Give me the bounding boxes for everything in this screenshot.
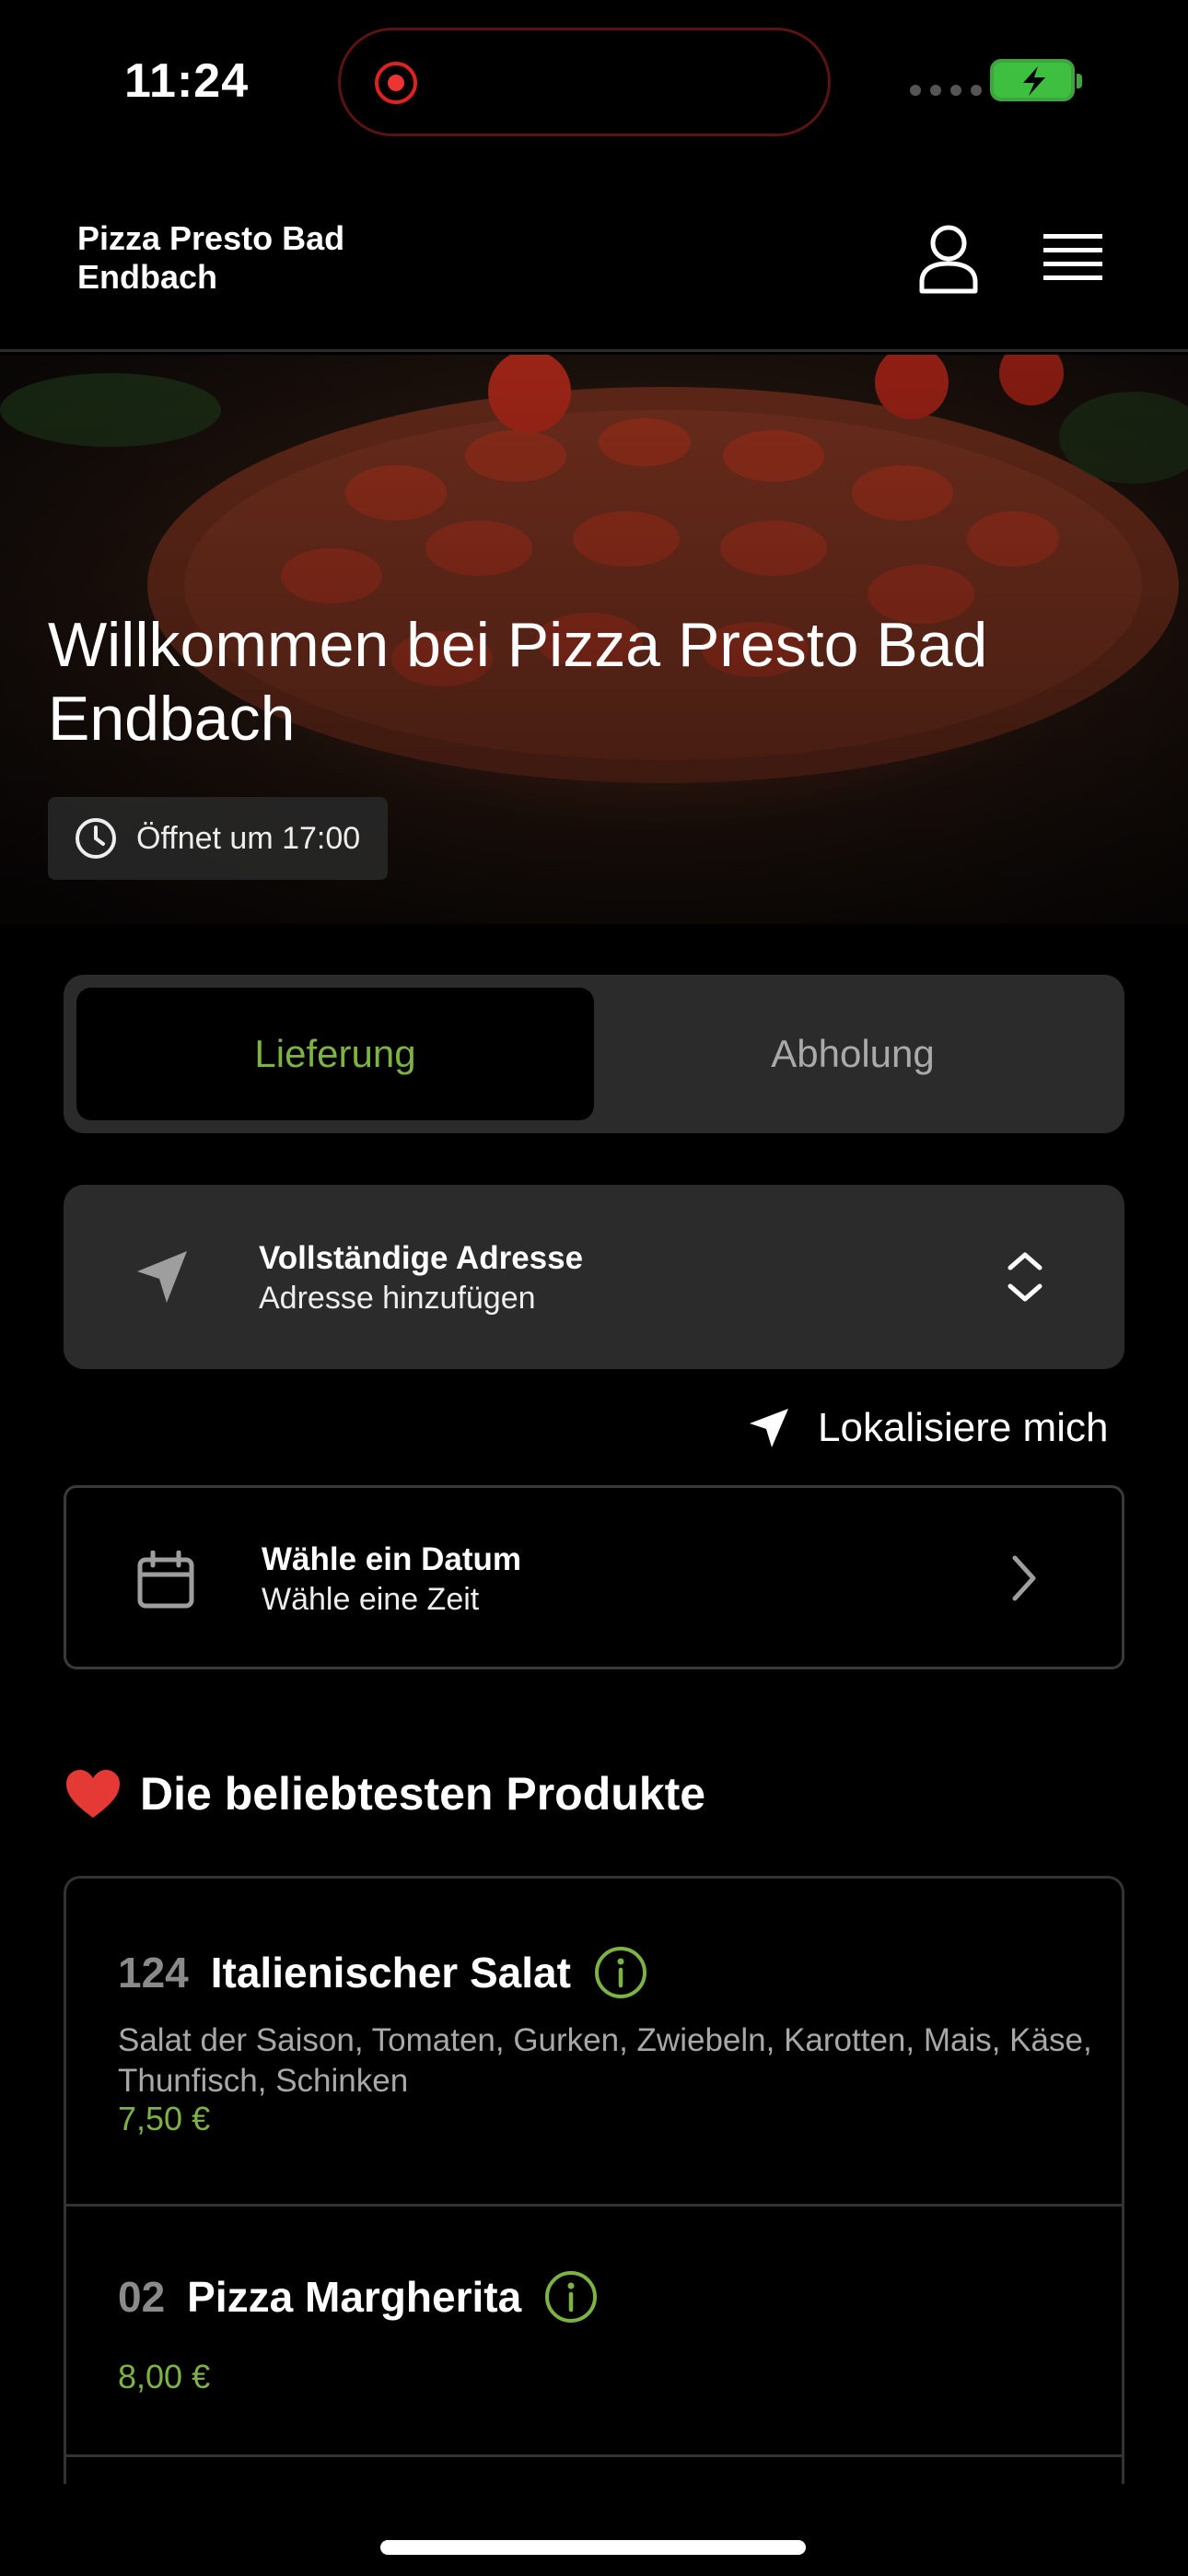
clock-icon <box>76 818 116 859</box>
product-number: 124 <box>118 1949 189 1996</box>
product-description: Salat der Saison, Tomaten, Gurken, Zwieb… <box>118 2022 1092 2099</box>
locate-me-button[interactable]: Lokalisiere mich <box>748 1400 1108 1456</box>
recording-indicator-icon <box>375 62 417 104</box>
menu-icon[interactable] <box>1043 230 1102 286</box>
address-selector[interactable]: Vollständige Adresse Adresse hinzufügen <box>64 1185 1124 1369</box>
product-price: 8,00 € <box>118 2358 211 2395</box>
tab-pickup[interactable]: Abholung <box>594 988 1112 1120</box>
product-item[interactable]: 124 Italienischer Salat Salat der Saison… <box>66 1879 1122 2207</box>
product-header: 124 Italienischer Salat <box>118 1945 648 2000</box>
battery-icon <box>990 59 1082 101</box>
welcome-title: Willkommen bei Pizza Presto Bad Endbach <box>48 610 988 754</box>
product-name: Pizza Margherita <box>187 2273 522 2321</box>
address-title: Vollständige Adresse <box>259 1240 584 1276</box>
order-mode-toggle: Lieferung Abholung <box>64 975 1124 1133</box>
app-header: Pizza Presto Bad Endbach <box>0 166 1188 352</box>
product-number: 02 <box>118 2273 166 2321</box>
chevron-right-icon <box>1012 1555 1036 1601</box>
popular-products-heading: Die beliebtesten Produkte <box>64 1767 705 1821</box>
app-screen: 11:24 Pizza Presto Bad Endbach Willkomme… <box>0 0 1188 2576</box>
info-icon[interactable] <box>593 1945 648 2000</box>
tab-delivery[interactable]: Lieferung <box>76 988 594 1120</box>
opening-hours-text: Öffnet um 17:00 <box>136 820 361 856</box>
heart-icon <box>66 1770 120 1818</box>
dynamic-island <box>338 28 831 136</box>
hero-banner: Willkommen bei Pizza Presto Bad Endbach … <box>0 355 1188 924</box>
product-header: 02 Pizza Margherita <box>118 2269 599 2324</box>
user-icon[interactable] <box>916 221 981 295</box>
status-bar: 11:24 <box>0 0 1188 166</box>
product-price: 7,50 € <box>118 2100 211 2137</box>
product-name: Italienischer Salat <box>210 1949 571 1996</box>
product-item[interactable]: 02 Pizza Margherita 8,00 € <box>66 2207 1122 2457</box>
date-time-selector[interactable]: Wähle ein Datum Wähle eine Zeit <box>64 1485 1124 1669</box>
location-arrow-icon <box>750 1409 788 1447</box>
info-icon[interactable] <box>543 2269 599 2324</box>
signal-icon <box>910 85 982 96</box>
status-time: 11:24 <box>124 54 250 108</box>
chevron-up-down-icon <box>1007 1252 1042 1302</box>
address-subtitle: Adresse hinzufügen <box>259 1281 536 1316</box>
product-list: 124 Italienischer Salat Salat der Saison… <box>64 1876 1124 2484</box>
restaurant-name: Pizza Presto Bad Endbach <box>77 219 345 296</box>
navigation-arrow-icon <box>137 1251 187 1303</box>
time-subtitle: Wähle eine Zeit <box>262 1582 480 1617</box>
section-title: Die beliebtesten Produkte <box>140 1768 706 1820</box>
home-indicator[interactable] <box>380 2540 806 2555</box>
opening-hours-badge: Öffnet um 17:00 <box>48 797 389 880</box>
locate-me-label: Lokalisiere mich <box>818 1405 1109 1450</box>
calendar-icon <box>137 1551 194 1609</box>
date-title: Wähle ein Datum <box>262 1541 521 1577</box>
